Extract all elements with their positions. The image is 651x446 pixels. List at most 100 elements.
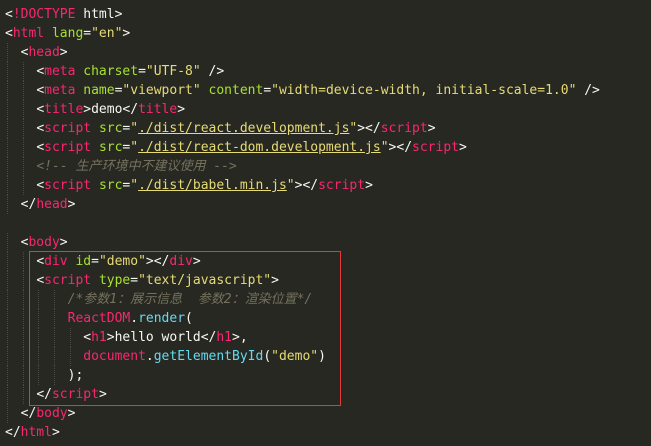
- code-line[interactable]: <script src="./dist/babel.min.js"></scri…: [5, 176, 373, 195]
- code-line[interactable]: </body>: [5, 404, 76, 423]
- code-token: demo: [91, 102, 123, 117]
- code-line[interactable]: </html>: [5, 423, 60, 442]
- code-line[interactable]: <!DOCTYPE html>: [5, 5, 122, 24]
- code-line[interactable]: </head>: [5, 195, 76, 214]
- code-token: meta: [44, 64, 76, 79]
- indent-guide: [38, 328, 40, 347]
- code-token: </: [5, 425, 21, 440]
- code-line[interactable]: <script type="text/javascript">: [5, 271, 279, 290]
- indent-guide: [69, 347, 71, 366]
- code-token: html: [75, 7, 115, 22]
- indent-guide: [7, 138, 8, 157]
- code-token: "width=device-width, initial-scale=1.0": [271, 83, 577, 98]
- code-token: ": [380, 140, 389, 155]
- indent-guide: [22, 366, 24, 385]
- indent-guide: [7, 157, 8, 176]
- code-token: script: [44, 178, 92, 193]
- code-token: "UTF-8": [145, 64, 201, 79]
- code-token: ></: [357, 121, 381, 136]
- code-token: h1: [216, 330, 232, 345]
- code-token: ": [130, 121, 139, 136]
- code-token: script: [380, 121, 428, 136]
- code-token: !DOCTYPE: [12, 7, 76, 22]
- code-editor[interactable]: <!DOCTYPE html> <html lang="en"> <head> <…: [0, 0, 651, 446]
- code-token: div: [44, 254, 68, 269]
- code-line[interactable]: <script src="./dist/react.development.js…: [5, 119, 435, 138]
- indent-guide: [22, 176, 24, 195]
- indent-guide: [7, 176, 8, 195]
- indent-guide: [7, 404, 8, 423]
- indent-guide: [22, 157, 24, 176]
- indent-guide: [7, 233, 8, 252]
- code-token: <: [83, 330, 92, 345]
- code-token: </: [20, 197, 37, 212]
- code-token: =: [91, 254, 99, 269]
- code-token: type: [98, 273, 131, 288]
- code-line[interactable]: <meta charset="UTF-8" />: [5, 62, 224, 81]
- code-token: >: [98, 387, 107, 402]
- code-token: "demo": [98, 254, 146, 269]
- code-token: <: [5, 26, 13, 41]
- code-token: );: [67, 368, 84, 383]
- code-token: head: [36, 197, 68, 212]
- code-token: html: [12, 26, 45, 41]
- code-line[interactable]: ReactDOM.render(: [5, 309, 193, 328]
- indent-guide: [22, 290, 24, 309]
- code-line[interactable]: <h1>hello world</h1>,: [5, 328, 247, 347]
- code-token: head: [28, 45, 60, 60]
- code-line[interactable]: <head>: [5, 43, 68, 62]
- indent-guide: [22, 100, 24, 119]
- indent-guide: [7, 43, 8, 62]
- code-line[interactable]: </script>: [5, 385, 107, 404]
- code-token: >: [365, 178, 373, 193]
- code-token: <: [36, 121, 45, 136]
- code-line[interactable]: <meta name="viewport" content="width=dev…: [5, 81, 600, 100]
- code-token: title: [44, 102, 84, 117]
- indent-guide: [7, 119, 8, 138]
- code-token: ": [286, 178, 295, 193]
- indent-guide: [53, 328, 55, 347]
- code-token: title: [138, 102, 178, 117]
- code-token: /*参数1：展示信息 参数2：渲染位置*/: [67, 292, 313, 307]
- code-line[interactable]: /*参数1：展示信息 参数2：渲染位置*/: [5, 290, 313, 309]
- indent-guide: [22, 119, 24, 138]
- code-line[interactable]: <script src="./dist/react-dom.developmen…: [5, 138, 467, 157]
- indent-guide: [22, 138, 24, 157]
- code-token: =: [83, 26, 92, 41]
- code-token: >: [67, 197, 76, 212]
- indent-guide: [7, 100, 8, 119]
- code-token: charset: [83, 64, 139, 79]
- code-token: >: [83, 102, 92, 117]
- code-token: .: [145, 349, 154, 364]
- code-token: name: [83, 83, 115, 98]
- code-token: ></: [388, 140, 413, 155]
- indent-guide: [7, 62, 8, 81]
- code-token: "text/javascript": [138, 273, 272, 288]
- code-token: src: [98, 178, 123, 193]
- code-token: <: [36, 102, 45, 117]
- code-token: />: [208, 64, 225, 79]
- code-line[interactable]: <title>demo</title>: [5, 100, 185, 119]
- code-token: >: [271, 273, 279, 288]
- code-token: script: [44, 273, 92, 288]
- code-line[interactable]: );: [5, 366, 84, 385]
- code-token: src: [98, 140, 123, 155]
- code-line[interactable]: <body>: [5, 233, 68, 252]
- code-line[interactable]: <html lang="en">: [5, 24, 130, 43]
- code-token: >: [51, 425, 60, 440]
- code-line[interactable]: <!-- 生产环境中不建议使用 -->: [5, 157, 236, 176]
- code-line[interactable]: <div id="demo"></div>: [5, 252, 200, 271]
- code-token: id: [75, 254, 92, 269]
